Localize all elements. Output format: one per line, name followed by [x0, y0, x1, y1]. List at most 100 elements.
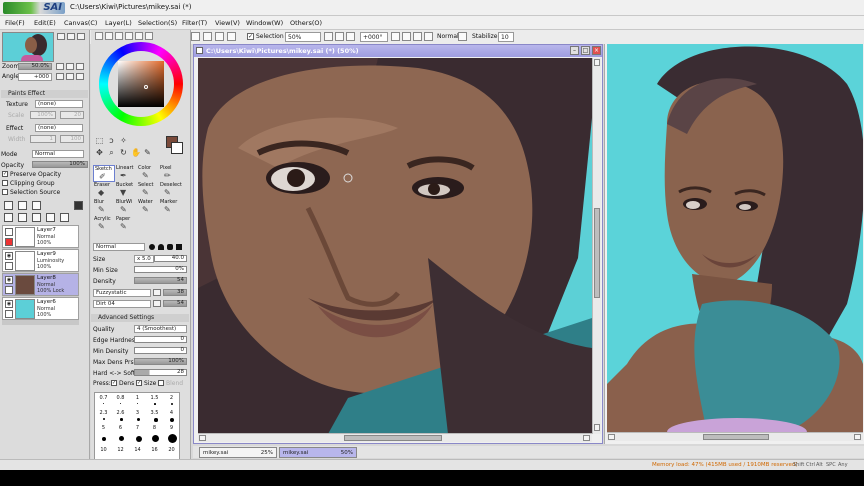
size-multiplier[interactable]: x 5.0 [134, 255, 154, 263]
brush-lineart[interactable]: Lineart ✒ [115, 165, 137, 182]
size-preset[interactable]: 5 [95, 425, 112, 437]
eye-icon[interactable]: ◉ [5, 252, 13, 260]
brush-mode-select[interactable]: Normal [93, 243, 145, 251]
scroll-left-icon[interactable] [608, 434, 615, 440]
brush-pixel[interactable]: Pixel ✏ [159, 165, 181, 182]
rotate-reset-icon[interactable] [413, 32, 422, 41]
zoom-slider[interactable]: 50.0% [18, 63, 52, 70]
menu-file[interactable]: File(F) [5, 19, 25, 27]
eye-icon[interactable]: ◉ [5, 300, 13, 308]
size-preset[interactable]: 1.5 [146, 395, 163, 407]
rotate-right-icon[interactable] [402, 32, 411, 41]
zoom-select[interactable]: 50% [285, 32, 321, 42]
paste-icon[interactable] [215, 32, 224, 41]
zoom-in-icon[interactable] [335, 32, 344, 41]
menu-edit[interactable]: Edit(E) [34, 19, 56, 27]
swatch-icon[interactable] [135, 32, 143, 40]
dirt-texture-select[interactable]: Dirt 04 [93, 300, 151, 308]
lasso-tool-icon[interactable]: ↄ [107, 136, 116, 145]
cut-icon[interactable] [191, 32, 200, 41]
edge-hardness-slider[interactable]: 0 [134, 336, 187, 343]
brush-marker[interactable]: Marker ✎ [159, 199, 181, 216]
zoom-out-icon[interactable] [324, 32, 333, 41]
effect-select[interactable]: (none) [35, 124, 83, 132]
pen-icon[interactable] [5, 238, 13, 246]
merge-down-icon[interactable] [18, 213, 27, 222]
size-preset[interactable]: 12 [112, 447, 129, 459]
canvas-artwork-closeup[interactable] [198, 58, 592, 434]
color-wheel[interactable] [99, 42, 183, 126]
round-tip-icon[interactable] [149, 244, 155, 250]
scratch-pad-icon[interactable] [145, 32, 153, 40]
tab-document-2[interactable]: mikey.sai 50% [279, 447, 357, 458]
brush-water[interactable]: Water ✎ [137, 199, 159, 216]
menu-layer[interactable]: Layer(L) [105, 19, 132, 27]
scroll-down-icon[interactable] [594, 424, 600, 431]
magic-wand-icon[interactable]: ✧ [119, 136, 128, 145]
size-preset[interactable]: 0.8 [112, 395, 129, 407]
menu-view[interactable]: View(V) [215, 19, 240, 27]
rotate-left-icon[interactable] [391, 32, 400, 41]
hsv-slider-icon[interactable] [115, 32, 123, 40]
menu-others[interactable]: Others(O) [290, 19, 322, 27]
brush-deselect[interactable]: Deselect ✎ [159, 182, 182, 199]
menu-selection[interactable]: Selection(S) [138, 19, 177, 27]
rotation-field[interactable]: +000° [360, 32, 388, 42]
brush-eraser[interactable]: Eraser ◆ [93, 182, 115, 199]
nav-reset-button[interactable] [77, 33, 85, 40]
eye-icon[interactable] [5, 228, 13, 236]
layer-mask-icon[interactable] [74, 201, 83, 210]
selection-source-checkbox[interactable] [2, 189, 8, 195]
max-density-slider[interactable]: 100% [134, 358, 187, 365]
selection-checkbox[interactable]: ✓ [247, 33, 254, 40]
tab-document-1[interactable]: mikey.sai 25% [199, 447, 277, 458]
navigator-preview[interactable] [2, 32, 54, 62]
dirt-texture-slider[interactable]: 54 [163, 300, 187, 307]
size-preset[interactable]: 1 [129, 395, 146, 407]
angle-minus-button[interactable] [56, 73, 64, 80]
zoom-plus-button[interactable] [66, 63, 74, 70]
horizontal-scrollbar[interactable] [607, 432, 863, 441]
menu-canvas[interactable]: Canvas(C) [64, 19, 97, 27]
zoom-minus-button[interactable] [56, 63, 64, 70]
rgb-slider-icon[interactable] [105, 32, 113, 40]
selection-tool-icon[interactable]: ⬚ [95, 136, 104, 145]
pen-icon[interactable] [5, 310, 13, 318]
size-preset[interactable]: 2.3 [95, 410, 112, 422]
copy-icon[interactable] [203, 32, 212, 41]
size-preset[interactable]: 0.7 [95, 395, 112, 407]
stabilizer-field[interactable]: 10 [498, 32, 514, 42]
saturation-value-square[interactable] [118, 61, 164, 107]
minimize-button[interactable]: – [570, 46, 579, 55]
brush-select[interactable]: Select ✎ [137, 182, 159, 199]
press-density-checkbox[interactable]: ✓ [111, 380, 117, 386]
size-preset[interactable]: 2 [163, 395, 180, 407]
brush-sketch[interactable]: Sketch ✐ [93, 165, 115, 182]
size-preset[interactable]: 14 [129, 447, 146, 459]
menu-filter[interactable]: Filter(T) [182, 19, 207, 27]
layer-mode-select[interactable]: Normal [32, 150, 84, 158]
horizontal-scroll-thumb[interactable] [344, 435, 442, 441]
rotate-tool-icon[interactable]: ↻ [119, 148, 128, 157]
press-size-checkbox[interactable]: ✓ [136, 380, 142, 386]
new-layer-icon[interactable] [4, 201, 13, 210]
move-tool-icon[interactable]: ✥ [95, 148, 104, 157]
eyedropper-icon[interactable]: ✎ [143, 148, 152, 157]
maximize-button[interactable]: □ [581, 46, 590, 55]
scroll-up-icon[interactable] [594, 59, 600, 66]
scroll-right-icon[interactable] [854, 434, 861, 440]
brush-acrylic[interactable]: Acrylic ✎ [93, 216, 115, 233]
blending-texture-icon[interactable] [153, 289, 161, 296]
advanced-settings-header[interactable]: Advanced Settings [91, 314, 189, 322]
merge-visible-icon[interactable] [32, 213, 41, 222]
delete-layer-icon[interactable] [60, 213, 69, 222]
zoom-fit-button[interactable] [76, 63, 84, 70]
brush-paper[interactable]: Paper ✎ [115, 216, 137, 233]
menu-window[interactable]: Window(W) [246, 19, 283, 27]
canvas-artwork-full[interactable] [607, 44, 863, 432]
soft-tip-icon[interactable] [158, 244, 164, 250]
opacity-slider[interactable]: 100% [32, 161, 88, 168]
pen-icon[interactable] [5, 262, 13, 270]
vertical-scrollbar[interactable] [592, 58, 601, 434]
scroll-right-icon[interactable] [583, 435, 590, 441]
